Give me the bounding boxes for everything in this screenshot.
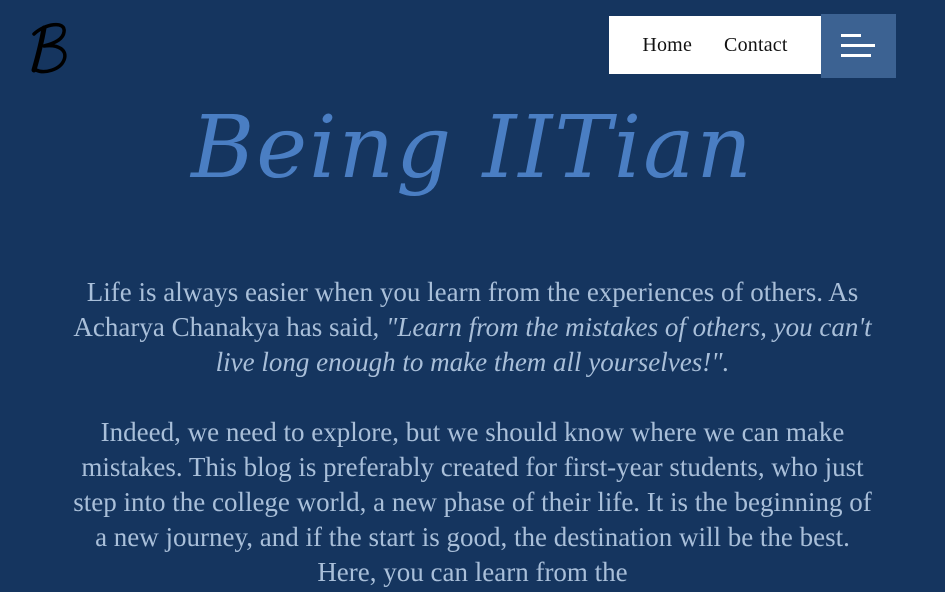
intro-paragraph: Life is always easier when you learn fro… bbox=[72, 275, 873, 380]
menu-button[interactable] bbox=[821, 14, 896, 78]
hamburger-menu-icon bbox=[841, 34, 875, 57]
logo[interactable] bbox=[28, 18, 74, 78]
nav-home-link[interactable]: Home bbox=[642, 34, 692, 57]
script-b-logo-icon bbox=[31, 22, 67, 74]
top-nav: Home Contact bbox=[609, 16, 821, 74]
page-title: Being IITian bbox=[191, 98, 754, 198]
body-paragraph: Indeed, we need to explore, but we shoul… bbox=[73, 417, 872, 587]
nav-contact-link[interactable]: Contact bbox=[724, 34, 788, 57]
intro-content: Life is always easier when you learn fro… bbox=[72, 275, 873, 590]
